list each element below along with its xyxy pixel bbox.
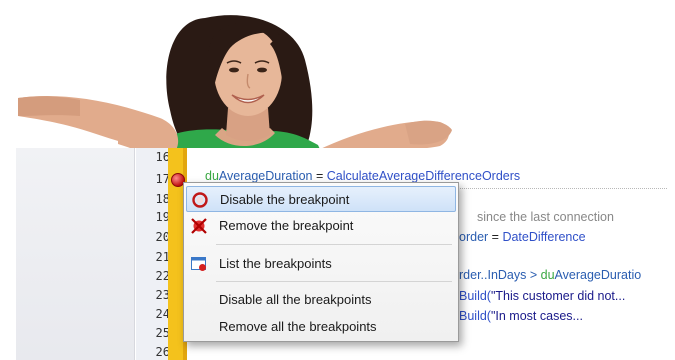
list-breakpoints-icon (191, 257, 206, 271)
code-token: = (312, 169, 327, 183)
code-token: CalculateAverageDifferenceOrders (326, 169, 521, 183)
menu-item-disable-breakpoint[interactable]: Disable the breakpoint (186, 186, 456, 212)
menu-item-remove-breakpoint[interactable]: Remove the breakpoint (186, 213, 456, 239)
line-number: 19 (155, 210, 170, 224)
menu-item-list-breakpoints[interactable]: List the breakpoints (186, 251, 456, 277)
line-number: 17 (155, 172, 170, 186)
menu-separator (216, 281, 452, 282)
line-number: 21 (155, 250, 170, 264)
remove-breakpoint-icon (191, 218, 207, 234)
line-number: 23 (155, 288, 170, 302)
line-number: 25 (155, 326, 170, 340)
menu-item-label: Remove the breakpoint (219, 218, 354, 233)
menu-item-label: Disable the breakpoint (220, 192, 350, 207)
code-token: AverageDuration (218, 169, 313, 183)
disable-breakpoint-icon (192, 192, 208, 208)
menu-item-label: Remove all the breakpoints (219, 319, 377, 334)
line-number: 24 (155, 307, 170, 321)
line-number: 18 (155, 192, 170, 206)
menu-separator (216, 244, 452, 245)
line-number: 26 (155, 345, 170, 359)
menu-item-disable-all-breakpoints[interactable]: Disable all the breakpoints (186, 287, 456, 313)
code-token: AverageDuratio (554, 268, 642, 282)
code-line-20: order = DateDifference (459, 230, 586, 249)
line-number: 20 (155, 230, 170, 244)
editor-left-panel (16, 148, 135, 360)
code-string: "In most cases... (490, 309, 583, 323)
code-line-24: Build("In most cases... (459, 309, 583, 328)
code-token: DateDifference (502, 230, 586, 244)
code-line-22: rder..InDays > duAverageDuratio (459, 268, 641, 287)
code-token: = (488, 230, 503, 244)
code-line-19: since the last connection (477, 210, 614, 229)
menu-item-label: List the breakpoints (219, 256, 332, 271)
code-token: Build( (459, 289, 491, 303)
breakpoint-context-menu: Disable the breakpoint Remove the breakp… (183, 182, 459, 342)
code-token: du (540, 268, 555, 282)
menu-item-label: Disable all the breakpoints (219, 292, 372, 307)
code-token: du (205, 169, 219, 183)
code-string: "This customer did not... (490, 289, 626, 303)
line-number-gutter: 16 17 18 19 20 21 22 23 24 25 26 (136, 148, 172, 360)
line-number: 22 (155, 269, 170, 283)
code-token: order (459, 230, 489, 244)
code-token: Build( (459, 309, 491, 323)
code-line-23: Build("This customer did not... (459, 289, 625, 308)
code-comment: since the last connection (477, 210, 614, 224)
menu-item-remove-all-breakpoints[interactable]: Remove all the breakpoints (186, 314, 456, 340)
line-number: 16 (155, 150, 170, 164)
code-token: rder..InDays > (459, 268, 541, 282)
